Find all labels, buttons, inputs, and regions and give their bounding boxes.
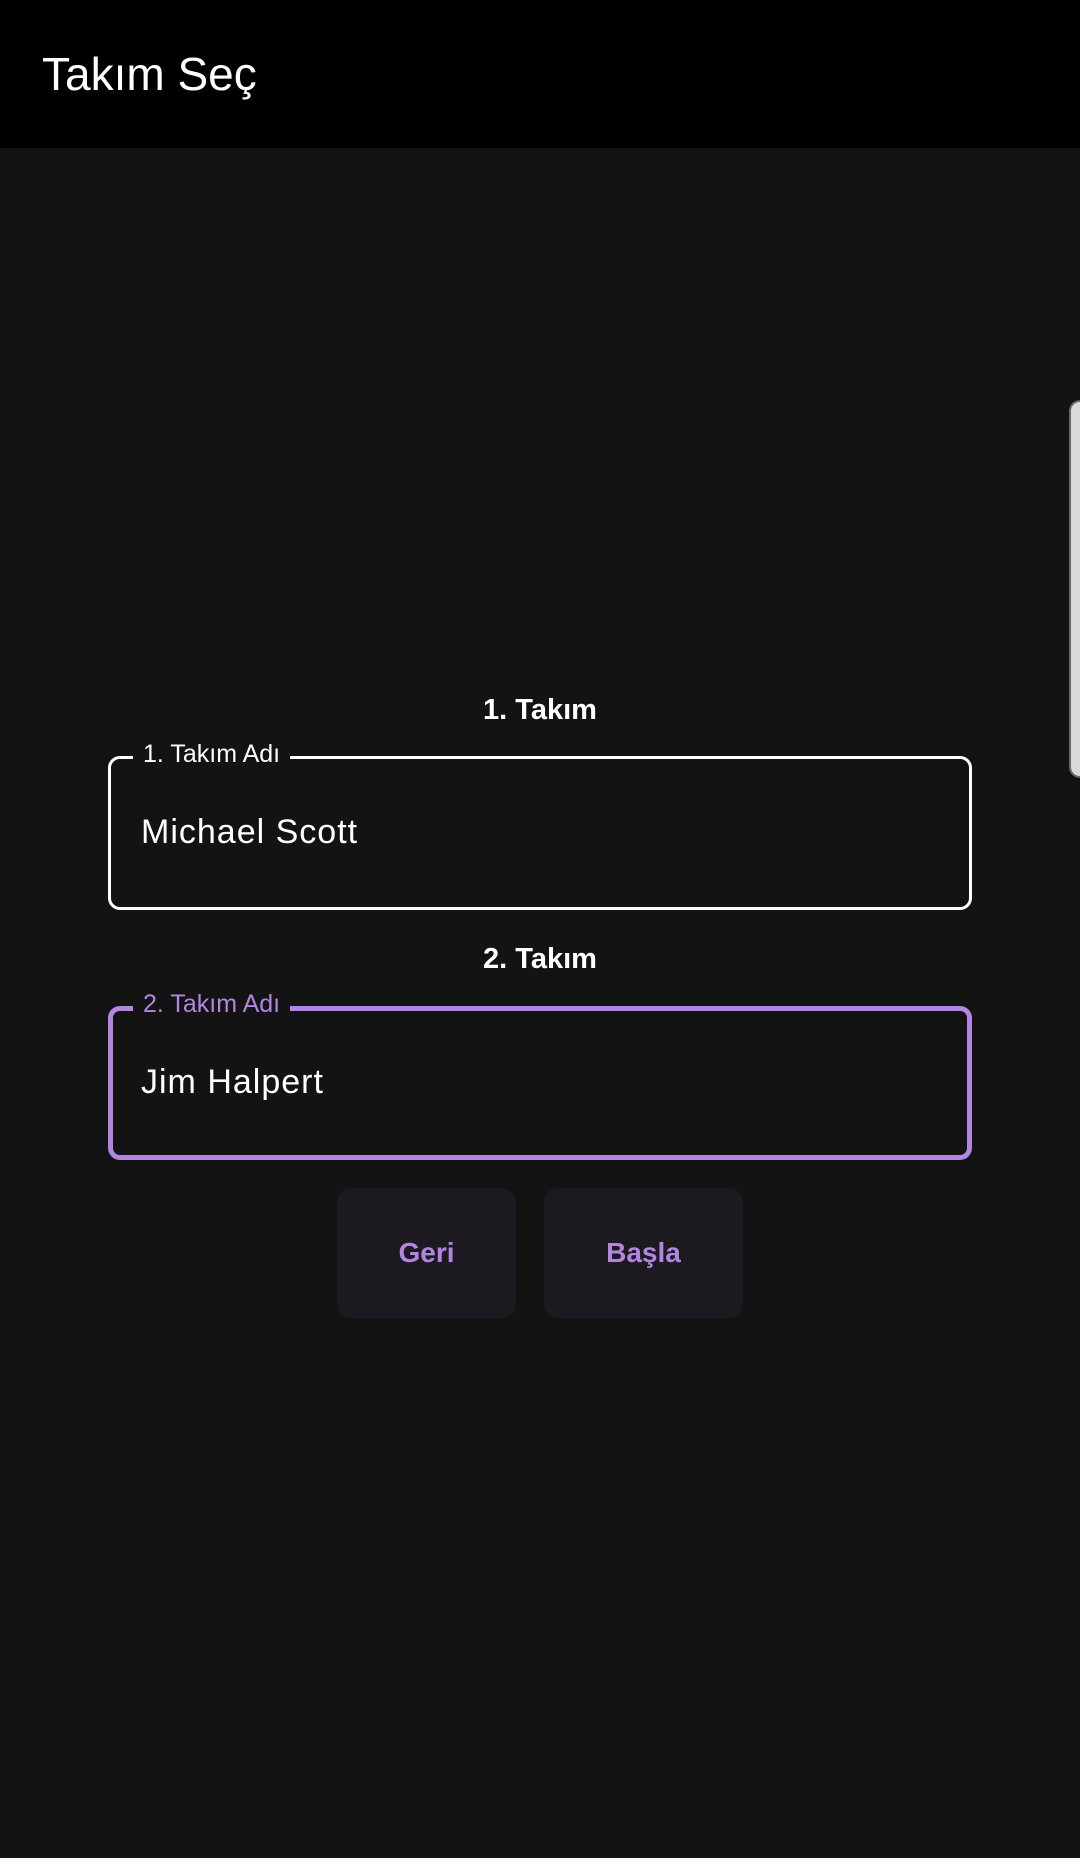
back-button[interactable]: Geri xyxy=(337,1188,516,1318)
team1-name-field[interactable]: 1. Takım Adı xyxy=(108,737,972,910)
team2-name-input[interactable] xyxy=(141,1057,921,1107)
team-select-screen: Takım Seç 1. Takım 1. Takım Adı 2. Takım… xyxy=(0,0,1080,1858)
team2-heading: 2. Takım xyxy=(483,943,597,975)
team1-heading: 1. Takım xyxy=(483,694,597,726)
page-title: Takım Seç xyxy=(42,48,257,100)
team1-name-input[interactable] xyxy=(141,807,921,857)
team2-name-label: 2. Takım Adı xyxy=(133,987,291,1021)
app-bar: Takım Seç xyxy=(0,0,1080,148)
start-button[interactable]: Başla xyxy=(544,1188,743,1318)
team1-name-label: 1. Takım Adı xyxy=(133,737,291,771)
team2-name-field[interactable]: 2. Takım Adı xyxy=(108,987,972,1160)
